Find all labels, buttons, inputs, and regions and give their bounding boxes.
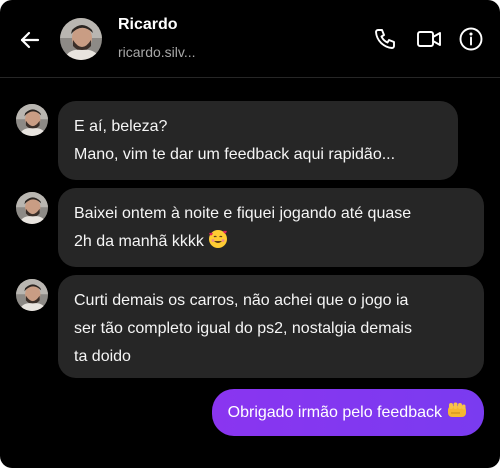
back-button[interactable] xyxy=(14,24,46,56)
message-line: E aí, beleza? xyxy=(74,118,168,135)
contact-name[interactable]: Ricardo xyxy=(118,16,178,34)
chat-header: Ricardo ricardo.silv... xyxy=(0,0,500,78)
received-message[interactable]: Baixei ontem à noite e fiquei jogando at… xyxy=(58,188,484,267)
smiling-face-with-hearts-icon xyxy=(208,229,228,259)
video-call-button[interactable] xyxy=(414,24,444,54)
message-text: 2h da manhã kkkk xyxy=(74,233,204,250)
conversation-info-button[interactable] xyxy=(456,24,486,54)
sender-avatar[interactable] xyxy=(16,279,48,311)
message-line: Curti demais os carros, não achei que o … xyxy=(74,292,409,309)
message-line: Baixei ontem à noite e fiquei jogando at… xyxy=(74,205,412,222)
message-line: ta doido xyxy=(74,348,131,365)
contact-avatar[interactable] xyxy=(60,18,102,60)
arrow-left-icon xyxy=(20,31,40,49)
fist-bump-icon xyxy=(446,400,468,425)
phone-icon xyxy=(375,29,395,49)
info-icon xyxy=(459,27,483,51)
chat-window: Ricardo ricardo.silv... E aí, beleza? Ma… xyxy=(0,0,500,468)
voice-call-button[interactable] xyxy=(370,24,400,54)
sender-avatar[interactable] xyxy=(16,192,48,224)
sent-message[interactable]: Obrigado irmão pelo feedback xyxy=(211,389,484,436)
sent-message-text: Obrigado irmão pelo feedback xyxy=(227,403,442,421)
received-message[interactable]: Curti demais os carros, não achei que o … xyxy=(58,275,484,378)
sender-avatar[interactable] xyxy=(16,104,48,136)
message-line: ser tão completo igual do ps2, nostalgia… xyxy=(74,320,412,337)
video-camera-icon xyxy=(417,31,441,47)
received-message[interactable]: E aí, beleza? Mano, vim te dar um feedba… xyxy=(58,101,458,180)
message-line: Mano, vim te dar um feedback aqui rapidã… xyxy=(74,146,396,163)
message-line: 2h da manhã kkkk xyxy=(74,228,468,259)
contact-handle[interactable]: ricardo.silv... xyxy=(118,44,196,60)
